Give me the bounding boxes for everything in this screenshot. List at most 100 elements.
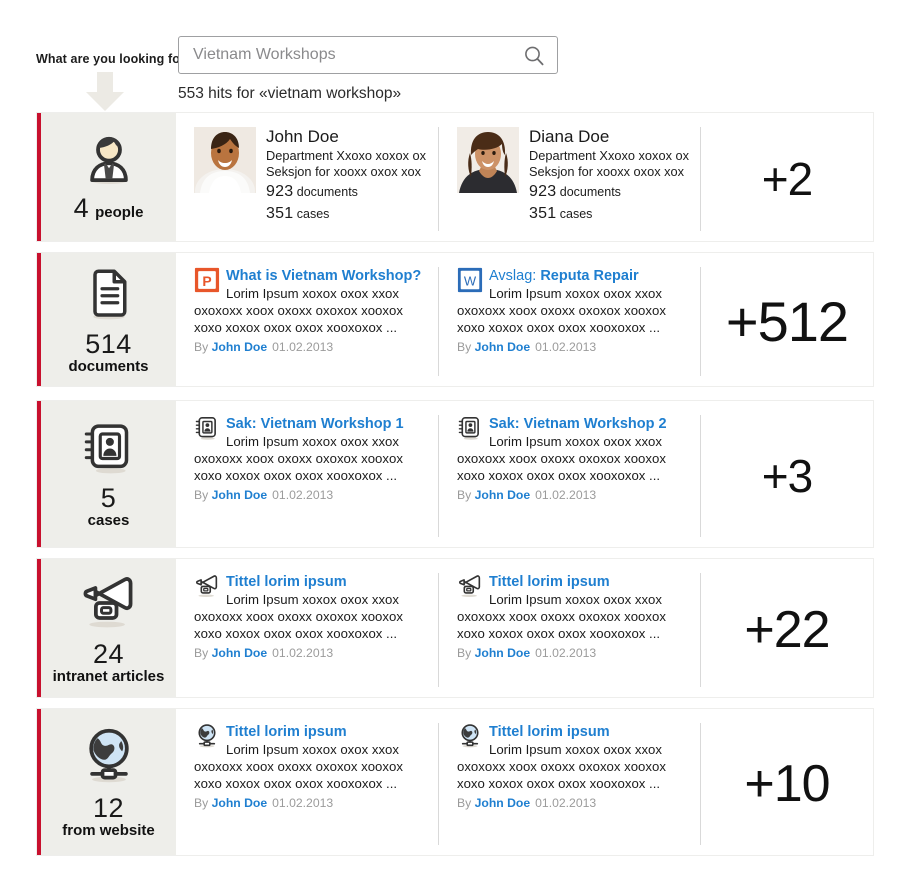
more-results-count[interactable]: +22: [700, 573, 873, 687]
search-prompt-label: What are you looking for?: [36, 52, 193, 66]
byline-author[interactable]: John Doe: [212, 796, 268, 810]
result-item[interactable]: Sak: Vietnam Workshop 2 Lorim Ipsum xoxox…: [438, 415, 700, 537]
category-summary: 5 cases: [88, 483, 130, 529]
more-count-value: +3: [761, 450, 813, 502]
category-panel-website[interactable]: 12 from website: [37, 709, 176, 855]
category-panel-people[interactable]: 4 people: [37, 113, 176, 241]
person-icon: [82, 132, 136, 191]
more-results-count[interactable]: +512: [700, 267, 873, 376]
document-card[interactable]: Tittel lorim ipsum Lorim Ipsum xoxox oxox…: [194, 573, 424, 660]
document-byline: By John Doe 01.02.2013: [457, 646, 686, 660]
document-title[interactable]: Avslag: Reputa Repair: [489, 268, 639, 284]
person-card[interactable]: John Doe Department Xxoxo xoxox ox Seksjon…: [194, 127, 426, 225]
category-count: 514: [85, 328, 132, 359]
category-count: 4: [73, 193, 90, 223]
document-title-text[interactable]: Tittel lorim ipsum: [489, 724, 610, 740]
person-cases-label: cases: [559, 207, 593, 222]
person-documents-stat: 923 documents: [266, 181, 424, 203]
result-row-intranet: 24 intranet articles Tittel lorim ipsum Lor…: [36, 558, 874, 698]
document-snippet: Lorim Ipsum xoxox oxox xxox oxoxoxx xoox…: [194, 592, 403, 641]
category-summary: 24 intranet articles: [53, 639, 165, 685]
document-title-text[interactable]: Sak: Vietnam Workshop 1: [226, 416, 404, 432]
result-item[interactable]: Diana Doe Department Xxoxo xoxox ox Seksjo…: [438, 127, 700, 231]
category-panel-documents[interactable]: 514 documents: [37, 253, 176, 386]
result-item[interactable]: P What is Vietnam Workshop? Lorim Ipsum xo…: [176, 267, 438, 376]
more-results-count[interactable]: +2: [700, 127, 873, 231]
person-name[interactable]: John Doe: [266, 127, 424, 147]
byline-author[interactable]: John Doe: [475, 340, 531, 354]
document-title-text[interactable]: What is Vietnam Workshop?: [226, 268, 421, 284]
results-items: Tittel lorim ipsum Lorim Ipsum xoxox oxox…: [176, 559, 873, 697]
category-count: 5: [100, 483, 117, 513]
document-card[interactable]: Tittel lorim ipsum Lorim Ipsum xoxox oxox…: [457, 723, 686, 810]
byline-author[interactable]: John Doe: [475, 488, 531, 502]
category-panel-cases[interactable]: 5 cases: [37, 401, 176, 547]
more-results-count[interactable]: +3: [700, 415, 873, 537]
document-snippet: Lorim Ipsum xoxox oxox xxox oxoxoxx xoox…: [457, 592, 666, 641]
person-cases-stat: 351 cases: [529, 203, 686, 225]
person-card[interactable]: Diana Doe Department Xxoxo xoxox ox Seksjo…: [457, 127, 690, 225]
megaphone-icon: [79, 572, 139, 637]
document-byline: By John Doe 01.02.2013: [194, 796, 424, 810]
document-card[interactable]: Tittel lorim ipsum Lorim Ipsum xoxox oxox…: [457, 573, 686, 660]
result-item[interactable]: Tittel lorim ipsum Lorim Ipsum xoxox oxox…: [438, 723, 700, 845]
globe-icon: [457, 723, 483, 749]
person-cases-label: cases: [296, 207, 330, 222]
document-snippet: Lorim Ipsum xoxox oxox xxox oxoxoxx xoox…: [194, 434, 403, 483]
search-icon[interactable]: [523, 45, 545, 67]
document-title[interactable]: Tittel lorim ipsum: [226, 574, 347, 590]
byline-author[interactable]: John Doe: [212, 646, 268, 660]
results-items: Tittel lorim ipsum Lorim Ipsum xoxox oxox…: [176, 709, 873, 855]
document-card[interactable]: W Avslag: Reputa Repair Lorim Ipsum xoxox …: [457, 267, 686, 354]
result-item[interactable]: John Doe Department Xxoxo xoxox ox Seksjon…: [176, 127, 438, 231]
result-item[interactable]: Tittel lorim ipsum Lorim Ipsum xoxox oxox…: [438, 573, 700, 687]
person-documents-stat: 923 documents: [529, 181, 686, 203]
byline-author[interactable]: John Doe: [212, 488, 268, 502]
person-documents-label: documents: [296, 184, 358, 199]
person-section: Seksjon for xooxx oxox xox: [266, 163, 422, 179]
byline-date: 01.02.2013: [535, 488, 597, 503]
document-title-text[interactable]: Reputa Repair: [540, 268, 638, 284]
document-card[interactable]: P What is Vietnam Workshop? Lorim Ipsum xo…: [194, 267, 424, 354]
document-title[interactable]: Sak: Vietnam Workshop 1: [226, 416, 404, 432]
document-title[interactable]: Tittel lorim ipsum: [226, 724, 347, 740]
result-item[interactable]: W Avslag: Reputa Repair Lorim Ipsum xoxox …: [438, 267, 700, 376]
document-title-text[interactable]: Sak: Vietnam Workshop 2: [489, 416, 667, 432]
search-box[interactable]: [178, 36, 558, 74]
document-byline: By John Doe 01.02.2013: [194, 646, 424, 660]
case-book-icon: [457, 415, 483, 441]
document-card[interactable]: Tittel lorim ipsum Lorim Ipsum xoxox oxox…: [194, 723, 424, 810]
result-item[interactable]: Sak: Vietnam Workshop 1 Lorim Ipsum xoxox…: [176, 415, 438, 537]
byline-author[interactable]: John Doe: [212, 340, 268, 354]
person-department: Department Xxoxo xoxox ox: [529, 147, 690, 163]
category-label: from website: [62, 822, 155, 839]
category-panel-intranet[interactable]: 24 intranet articles: [37, 559, 176, 697]
category-count: 24: [92, 639, 125, 669]
document-title[interactable]: Tittel lorim ipsum: [489, 724, 610, 740]
result-item[interactable]: Tittel lorim ipsum Lorim Ipsum xoxox oxox…: [176, 573, 438, 687]
byline-date: 01.02.2013: [272, 340, 334, 355]
byline-author[interactable]: John Doe: [475, 796, 531, 810]
result-row-cases: 5 cases Sak: Vietnam Workshop 1 Lorim Ipsum…: [36, 400, 874, 548]
document-title-text[interactable]: Tittel lorim ipsum: [489, 574, 610, 590]
document-title[interactable]: Sak: Vietnam Workshop 2: [489, 416, 667, 432]
person-cases-stat: 351 cases: [266, 203, 424, 225]
more-results-count[interactable]: +10: [700, 723, 873, 845]
document-byline: By John Doe 01.02.2013: [194, 340, 424, 354]
byline-author[interactable]: John Doe: [475, 646, 531, 660]
document-title[interactable]: What is Vietnam Workshop?: [226, 268, 421, 284]
document-title-text[interactable]: Tittel lorim ipsum: [226, 574, 347, 590]
document-title-text[interactable]: Tittel lorim ipsum: [226, 724, 347, 740]
document-card[interactable]: Sak: Vietnam Workshop 2 Lorim Ipsum xoxox…: [457, 415, 686, 502]
byline-by-label: By: [194, 340, 209, 355]
hits-count-text: 553 hits for «vietnam workshop»: [178, 85, 402, 102]
byline-by-label: By: [457, 646, 472, 661]
document-title[interactable]: Tittel lorim ipsum: [489, 574, 610, 590]
document-card[interactable]: Sak: Vietnam Workshop 1 Lorim Ipsum xoxox…: [194, 415, 424, 502]
byline-date: 01.02.2013: [272, 646, 334, 661]
search-input[interactable]: [193, 37, 513, 73]
result-item[interactable]: Tittel lorim ipsum Lorim Ipsum xoxox oxox…: [176, 723, 438, 845]
megaphone-icon: [457, 573, 483, 599]
svg-text:P: P: [202, 273, 211, 289]
person-name[interactable]: Diana Doe: [529, 127, 686, 147]
